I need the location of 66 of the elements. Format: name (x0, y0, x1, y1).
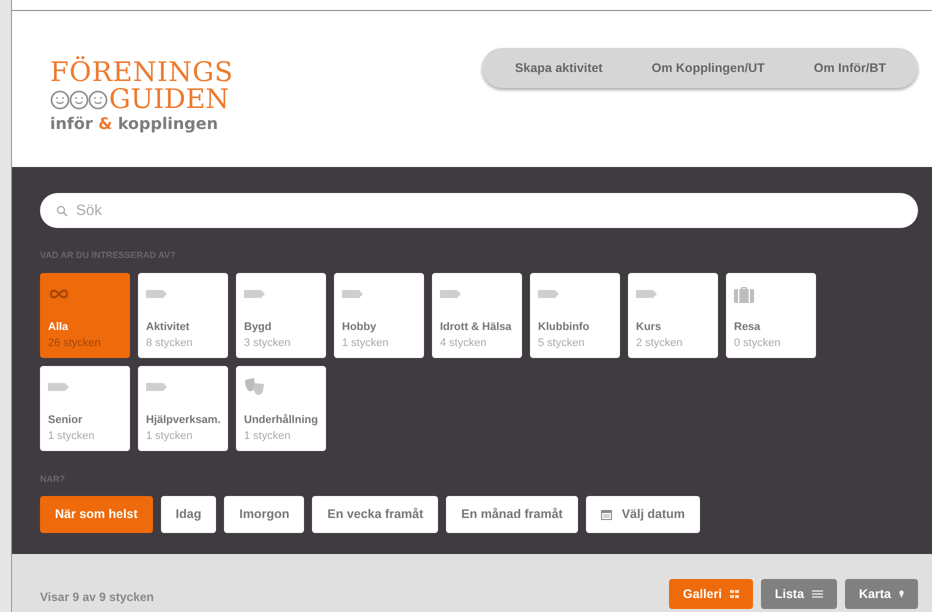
logo[interactable]: FÖRENINGS GUIDEN inför & kopplingen (50, 11, 234, 167)
category-count: 26 stycken (48, 336, 102, 351)
category-tile[interactable]: Hobby 1 stycken (334, 272, 424, 358)
category-tile[interactable]: Idrott & Hälsa 4 stycken (432, 272, 522, 358)
tag-icon (48, 383, 70, 392)
view-toggle-button[interactable]: Lista (760, 579, 838, 609)
date-filter-button[interactable]: En månad framåt (446, 496, 578, 533)
category-name: Resa (734, 320, 762, 334)
category-count: 0 stycken (734, 336, 782, 351)
suitcase-icon (734, 286, 754, 303)
result-count: Visar 9 av 9 stycken (40, 589, 154, 606)
logo-tagline: inför & kopplingen (50, 116, 219, 132)
date-filter-button[interactable]: En vecka framåt (312, 496, 438, 533)
nav-link[interactable]: Om Kopplingen/UT (638, 58, 777, 78)
category-tile[interactable]: Underhållning 1 stycken (236, 366, 326, 450)
tag-icon (538, 290, 560, 298)
logo-text: GUIDEN (109, 86, 229, 113)
category-count: 1 stycken (244, 429, 292, 444)
category-count: 8 stycken (146, 336, 194, 351)
nav-link[interactable]: Skapa aktivitet (502, 58, 615, 78)
tag-icon (146, 290, 168, 298)
infinity-icon (48, 288, 70, 300)
list-icon (812, 590, 824, 598)
masks-icon (244, 378, 266, 396)
category-name: Idrott & Hälsa (440, 320, 513, 334)
view-toggle-button[interactable]: Karta (845, 579, 918, 609)
category-name: Hjälpverksam. (146, 412, 220, 428)
category-name: Alla (48, 320, 70, 334)
category-name: Underhållning (244, 412, 318, 428)
date-filter-button[interactable]: Idag (160, 496, 216, 533)
view-toggle-button[interactable]: Galleri (668, 579, 753, 609)
tag-icon (342, 290, 364, 298)
tag-icon (636, 290, 658, 298)
category-tile[interactable]: Senior 1 stycken (40, 366, 130, 450)
category-count: 2 stycken (636, 336, 684, 351)
category-tile[interactable]: Alla 26 stycken (40, 272, 130, 358)
category-tile[interactable]: Klubbinfo 5 stycken (530, 272, 620, 358)
category-name: Klubbinfo (538, 320, 590, 334)
category-tile[interactable]: Resa 0 stycken (726, 272, 816, 358)
category-count: 5 stycken (538, 336, 586, 351)
search-field[interactable]: Sök (40, 193, 918, 228)
category-count: 1 stycken (48, 429, 96, 444)
category-tile[interactable]: Kurs 2 stycken (628, 272, 718, 358)
category-count: 1 stycken (146, 429, 194, 444)
date-filter-button[interactable]: Imorgon (224, 496, 304, 533)
grid-icon (730, 590, 739, 598)
category-count: 1 stycken (342, 336, 390, 351)
date-filter-button[interactable]: När som helst (40, 496, 153, 533)
category-name: Aktivitet (146, 320, 190, 334)
category-name: Bygd (244, 320, 272, 334)
category-tile[interactable]: Hjälpverksam. 1 stycken (138, 366, 228, 450)
tag-icon (244, 290, 266, 298)
nav-link[interactable]: Om Inför/BT (800, 58, 898, 78)
tag-icon (146, 383, 168, 392)
category-count: 4 stycken (440, 336, 488, 351)
date-filter-button[interactable]: Välj datum (586, 496, 700, 533)
category-count: 3 stycken (244, 336, 292, 351)
category-tile[interactable]: Bygd 3 stycken (236, 272, 326, 358)
category-tile[interactable]: Aktivitet 8 stycken (138, 272, 228, 358)
category-name: Kurs (636, 320, 662, 334)
faces-icon (50, 88, 108, 110)
category-name: Senior (48, 412, 84, 428)
calendar-icon (600, 509, 612, 520)
category-name: Hobby (342, 320, 378, 334)
tag-icon (440, 290, 462, 298)
pin-icon (899, 590, 904, 598)
